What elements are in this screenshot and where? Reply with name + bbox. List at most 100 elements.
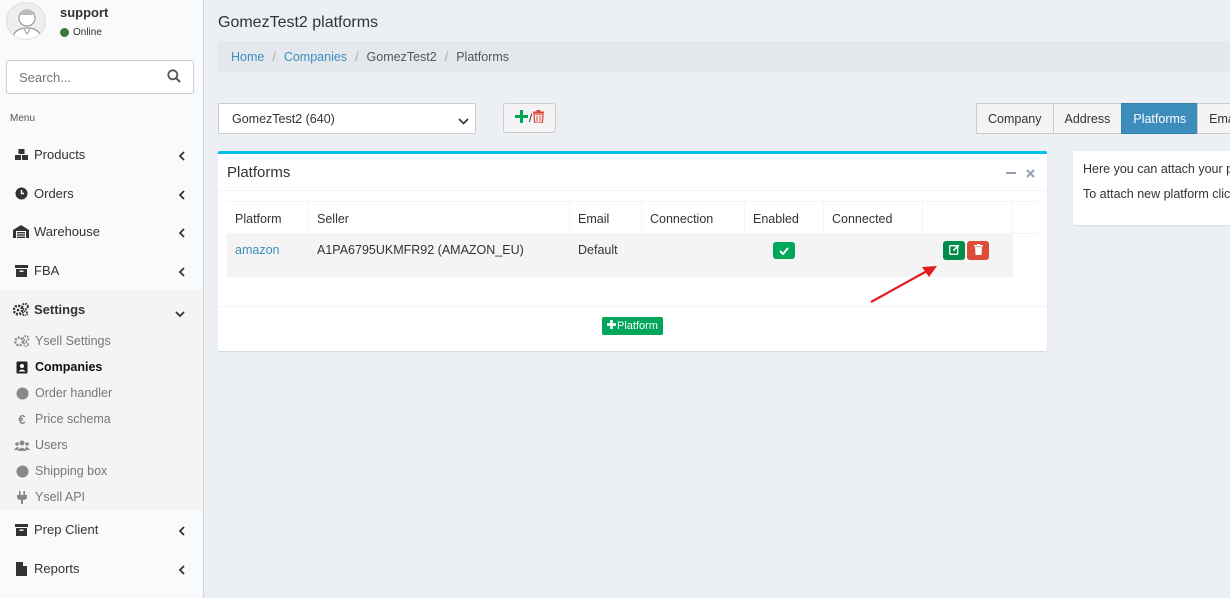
- user-panel: support Online: [0, 0, 204, 50]
- chevron-left-icon: [178, 188, 185, 203]
- cell-connection: [642, 234, 745, 266]
- column-header-seller: Seller: [309, 202, 570, 235]
- column-header-platform: Platform: [227, 202, 309, 235]
- breadcrumb: Home / Companies / GomezTest2 / Platform…: [218, 41, 1230, 72]
- search-input[interactable]: [7, 61, 157, 93]
- sidebar-subitem-label: Price schema: [35, 412, 111, 426]
- company-tabs: Company Address Platforms Email: [976, 103, 1230, 134]
- edit-platform-button[interactable]: [943, 241, 965, 260]
- sidebar-item-products[interactable]: Products: [0, 135, 203, 174]
- sidebar-subitem-order-handler[interactable]: Order handler: [14, 380, 112, 406]
- trash-icon: [533, 110, 545, 126]
- sidebar-subitem-ysell-api[interactable]: Ysell API: [14, 484, 85, 510]
- chevron-down-icon: [458, 114, 469, 128]
- info-callout: Here you can attach your pla To attach n…: [1073, 151, 1230, 225]
- plug-icon: [14, 490, 30, 504]
- info-line-2: To attach new platform click: [1083, 187, 1230, 201]
- plus-icon: [607, 320, 617, 332]
- sidebar-subitem-users[interactable]: Users: [14, 432, 68, 458]
- add-platform-button[interactable]: Platform: [602, 317, 663, 335]
- box-icon: [13, 264, 29, 278]
- collapse-icon[interactable]: [1006, 166, 1016, 181]
- sidebar-subitem-label: Companies: [35, 360, 103, 374]
- platform-link[interactable]: amazon: [235, 243, 279, 257]
- user-status: Online: [60, 27, 102, 38]
- cell-email: Default: [578, 243, 618, 257]
- column-header-connected: Connected: [824, 202, 923, 235]
- user-name: support: [60, 5, 109, 20]
- column-header-email: Email: [570, 202, 642, 235]
- delete-platform-button[interactable]: [967, 241, 989, 260]
- edit-icon: [948, 243, 960, 258]
- sidebar-subitem-label: Shipping box: [35, 464, 108, 478]
- breadcrumb-company: GomezTest2: [366, 49, 437, 64]
- cell-seller: A1PA6795UKMFR92 (AMAZON_EU): [317, 243, 524, 257]
- file-icon: [13, 561, 29, 576]
- add-platform-label: Platform: [617, 320, 658, 332]
- menu-header: Menu: [10, 113, 36, 124]
- sidebar-subitem-companies[interactable]: Companies: [14, 354, 102, 380]
- chevron-left-icon: [178, 563, 185, 578]
- sidebar-search: [6, 60, 194, 94]
- close-icon[interactable]: [1026, 166, 1035, 181]
- add-delete-company-button[interactable]: /: [503, 103, 556, 133]
- sidebar-item-orders[interactable]: Orders: [0, 174, 203, 213]
- user-status-label: Online: [73, 27, 102, 38]
- plus-icon: [514, 110, 528, 126]
- warehouse-icon: [13, 225, 29, 239]
- online-status-icon: [60, 28, 69, 37]
- info-line-1: Here you can attach your pla: [1083, 162, 1230, 176]
- circle-icon: [14, 386, 30, 400]
- company-select-value: GomezTest2 (640): [232, 111, 335, 126]
- gears-icon: [13, 303, 29, 317]
- box-icon: [13, 523, 29, 537]
- column-header-actions: [923, 202, 1013, 235]
- page-title: GomezTest2 platforms: [218, 14, 379, 31]
- sidebar-subitem-label: Ysell API: [35, 490, 86, 504]
- company-select[interactable]: GomezTest2 (640): [218, 103, 476, 134]
- sidebar: support Online Menu Products Orders Ware…: [0, 0, 204, 598]
- box-header-divider: [218, 190, 1047, 191]
- chevron-left-icon: [178, 265, 185, 280]
- breadcrumb-home[interactable]: Home: [231, 50, 264, 64]
- sidebar-item-prep-client[interactable]: Prep Client: [0, 510, 203, 549]
- cubes-icon: [13, 148, 29, 162]
- sidebar-subitem-shipping-box[interactable]: Shipping box: [14, 458, 107, 484]
- cell-platform: amazon: [227, 234, 309, 266]
- tab-company[interactable]: Company: [976, 103, 1054, 134]
- circle-icon: [14, 464, 30, 478]
- box-title: Platforms: [227, 164, 291, 181]
- sidebar-item-fba[interactable]: FBA: [0, 251, 203, 290]
- chevron-down-icon: [175, 306, 185, 321]
- sidebar-subitem-price-schema[interactable]: € Price schema: [14, 406, 111, 432]
- breadcrumb-separator: /: [355, 49, 359, 64]
- sidebar-item-reports[interactable]: Reports: [0, 549, 203, 588]
- sidebar-subitem-ysell-settings[interactable]: Ysell Settings: [14, 328, 111, 354]
- column-header-enabled: Enabled: [745, 202, 824, 235]
- chevron-left-icon: [178, 524, 185, 539]
- box-tools: [1006, 166, 1035, 181]
- euro-icon: €: [18, 411, 26, 427]
- tab-platforms[interactable]: Platforms: [1121, 103, 1199, 134]
- sidebar-item-warehouse[interactable]: Warehouse: [0, 212, 203, 251]
- tab-email[interactable]: Email: [1197, 103, 1230, 134]
- search-icon[interactable]: [167, 69, 181, 86]
- users-icon: [14, 438, 30, 452]
- sidebar-item-label: Warehouse: [34, 224, 100, 239]
- sidebar-item-label: Settings: [34, 302, 86, 317]
- breadcrumb-companies[interactable]: Companies: [284, 50, 347, 64]
- user-avatar[interactable]: [6, 2, 46, 40]
- sidebar-subitem-label: Order handler: [35, 386, 113, 400]
- sidebar-subitem-label: Ysell Settings: [35, 334, 111, 348]
- sidebar-item-label: FBA: [34, 263, 60, 278]
- slash-divider: /: [528, 111, 533, 125]
- sidebar-item-settings[interactable]: Settings: [0, 290, 203, 329]
- enabled-check-badge: [773, 242, 795, 259]
- tab-address[interactable]: Address: [1052, 103, 1123, 134]
- breadcrumb-separator: /: [444, 49, 449, 64]
- platforms-box: Platforms Platform Seller Email Connecti…: [218, 151, 1047, 351]
- sidebar-item-label: Reports: [34, 561, 80, 576]
- address-card-icon: [14, 360, 30, 374]
- sidebar-item-label: Orders: [34, 186, 74, 201]
- sidebar-item-label: Prep Client: [34, 522, 99, 537]
